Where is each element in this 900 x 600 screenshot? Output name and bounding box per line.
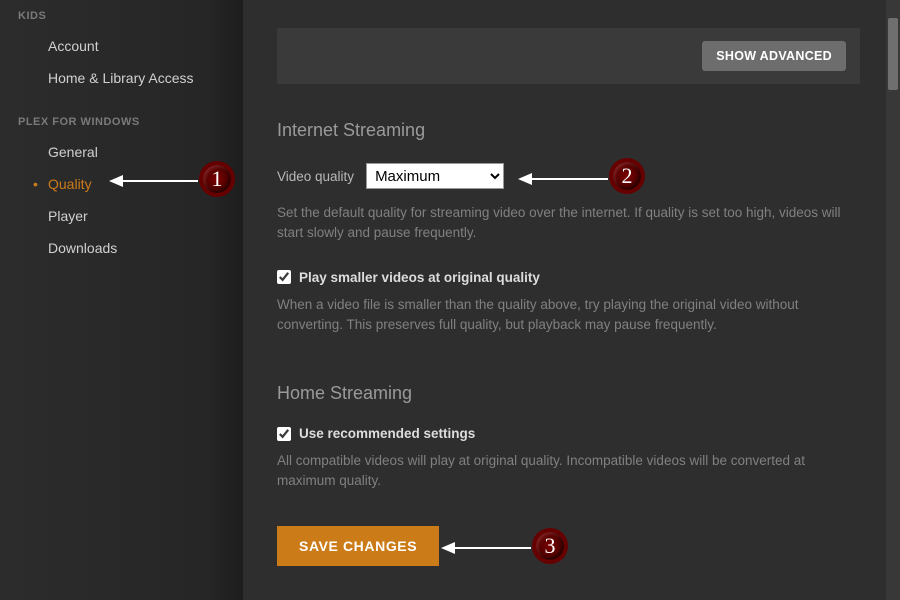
- sidebar: KIDS Account Home & Library Access PLEX …: [0, 0, 243, 600]
- video-quality-select[interactable]: Maximum: [366, 163, 504, 189]
- sidebar-item-account[interactable]: Account: [0, 30, 243, 62]
- section-title-home: Home Streaming: [277, 383, 860, 404]
- sidebar-item-quality[interactable]: Quality: [0, 168, 243, 200]
- video-quality-help: Set the default quality for streaming vi…: [277, 203, 847, 244]
- sidebar-item-player[interactable]: Player: [0, 200, 243, 232]
- show-advanced-button[interactable]: SHOW ADVANCED: [702, 41, 846, 71]
- advanced-bar: SHOW ADVANCED: [277, 28, 860, 84]
- scrollbar[interactable]: [886, 0, 900, 600]
- section-title-internet: Internet Streaming: [277, 120, 860, 141]
- video-quality-row: Video quality Maximum: [277, 163, 860, 189]
- recommended-row: Use recommended settings: [277, 426, 860, 441]
- recommended-label: Use recommended settings: [299, 426, 475, 441]
- sidebar-header-kids: KIDS: [0, 2, 243, 30]
- sidebar-item-downloads[interactable]: Downloads: [0, 232, 243, 264]
- sidebar-item-home-library[interactable]: Home & Library Access: [0, 62, 243, 94]
- save-changes-button[interactable]: SAVE CHANGES: [277, 526, 439, 566]
- sidebar-item-general[interactable]: General: [0, 136, 243, 168]
- scroll-thumb[interactable]: [888, 18, 898, 90]
- play-smaller-label: Play smaller videos at original quality: [299, 270, 540, 285]
- play-smaller-checkbox[interactable]: [277, 270, 291, 284]
- recommended-help: All compatible videos will play at origi…: [277, 451, 847, 492]
- video-quality-label: Video quality: [277, 169, 354, 184]
- recommended-checkbox[interactable]: [277, 427, 291, 441]
- play-smaller-help: When a video file is smaller than the qu…: [277, 295, 847, 336]
- play-smaller-row: Play smaller videos at original quality: [277, 270, 860, 285]
- content-pane: SHOW ADVANCED Internet Streaming Video q…: [243, 0, 900, 600]
- sidebar-header-plex-windows: PLEX FOR WINDOWS: [0, 108, 243, 136]
